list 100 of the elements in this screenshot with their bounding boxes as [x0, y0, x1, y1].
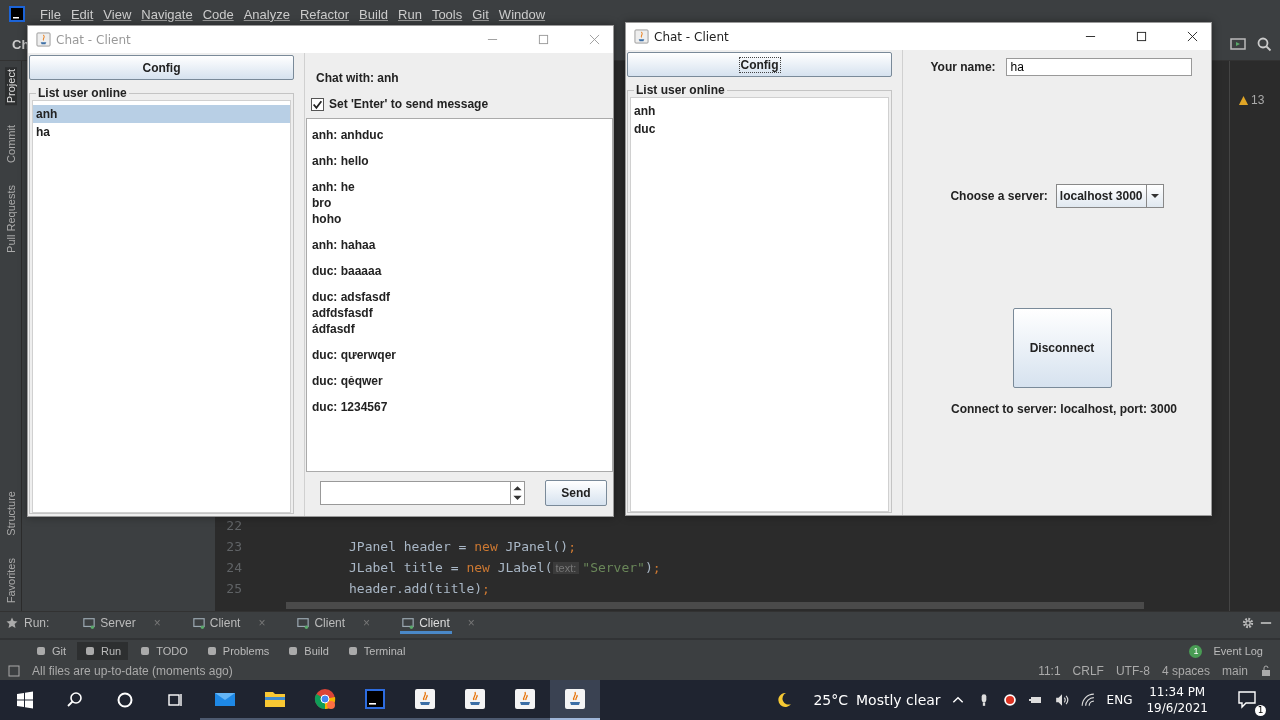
message-text: anh: hello [312, 153, 370, 169]
close-icon[interactable] [1187, 31, 1198, 42]
message-text: ádfasdf [312, 321, 356, 337]
side-tab[interactable]: Favorites [4, 555, 17, 605]
clock-date[interactable]: 19/6/2021 [1146, 700, 1208, 716]
menu-item[interactable]: Build [354, 6, 393, 22]
run-label: Run: [24, 616, 50, 630]
user-list-item[interactable]: duc [631, 120, 888, 138]
side-tab[interactable]: Structure [4, 489, 17, 538]
group-title: List user online [37, 86, 128, 100]
star-icon[interactable] [6, 617, 18, 629]
menu-item[interactable]: File [35, 6, 66, 22]
lock-icon[interactable] [1260, 665, 1272, 677]
config-button[interactable]: Config [627, 52, 892, 77]
java-icon [36, 32, 51, 47]
code-line: JPanel header = new JPanel(); [349, 539, 576, 554]
field-label: Choose a server: [950, 189, 1048, 203]
temperature[interactable]: 25°C [813, 692, 848, 708]
wifi-icon[interactable] [1080, 693, 1095, 707]
status-item[interactable]: 11:1 [1038, 664, 1061, 678]
tool-icon [139, 645, 152, 657]
app-logo-icon [9, 6, 25, 22]
status-item[interactable]: CRLF [1072, 664, 1104, 678]
send-button[interactable]: Send [545, 480, 607, 506]
status-message: All files are up-to-date (moments ago) [32, 664, 233, 678]
scrollbar-thumb[interactable] [286, 601, 1144, 609]
window-title: Chat - Client [56, 32, 131, 47]
java-app-icon[interactable] [550, 680, 600, 720]
weather-condition[interactable]: Mostly clear [856, 692, 941, 708]
line-number: 25 [225, 581, 242, 596]
window-title: Chat - Client [654, 29, 729, 44]
message-text: bro [312, 195, 333, 211]
menu-item[interactable]: Run [393, 6, 427, 22]
tool-icon [346, 645, 359, 657]
clock-time[interactable]: 11:34 PM [1149, 684, 1206, 700]
message-input[interactable] [320, 481, 525, 505]
menu-item[interactable]: Refactor [294, 6, 355, 22]
disconnect-button[interactable]: Disconnect [1012, 308, 1112, 388]
user-list[interactable]: anh duc [630, 97, 889, 512]
line-number: 24 [225, 560, 242, 575]
event-log-tab[interactable]: Event Log [1206, 642, 1270, 660]
menu-item[interactable]: Code [197, 6, 239, 22]
message-text: anh: hahaa [312, 237, 377, 253]
menu-item[interactable]: View [98, 6, 137, 22]
enter-to-send-checkbox[interactable]: Set 'Enter' to send message [306, 89, 613, 114]
menu-item[interactable]: Git [467, 6, 494, 22]
message-area[interactable]: anh: anhduc anh: hello anh: he bro hoho anh: hahaa duc: baaaaa duc: adsfasdf adfdsfasdf ádfasdf duc: qưerwqer duc: qẻqwer duc: 1234567 [306, 118, 613, 472]
speaker-icon[interactable] [1054, 693, 1069, 707]
line-number: 23 [225, 539, 242, 554]
server-dropdown[interactable]: localhost 3000 [1055, 184, 1164, 208]
java-icon [634, 29, 649, 44]
status-item[interactable]: 4 spaces [1161, 664, 1210, 678]
user-list-item[interactable]: ha [33, 123, 290, 141]
user-list[interactable]: anh ha [32, 100, 291, 513]
connection-status: Connect to server: localhost, port: 3000 [950, 402, 1178, 416]
tool-window-tab[interactable]: Problems [198, 642, 277, 660]
warning-count[interactable]: 13 [1251, 93, 1265, 107]
code-line: header.add(title); [349, 581, 490, 596]
tool-window-tab[interactable]: TODO [132, 642, 195, 660]
console-icon [83, 616, 96, 629]
checkmark-icon [312, 98, 323, 110]
field-label: Your name: [930, 60, 996, 74]
console-tab[interactable]: Client [295, 612, 348, 634]
tool-window-tab[interactable]: Build [280, 642, 336, 660]
tool-window-tab[interactable]: Run [77, 642, 129, 660]
menu-item[interactable]: Analyze [238, 6, 295, 22]
config-button[interactable]: Config [29, 55, 294, 80]
message-text: duc: 1234567 [312, 399, 389, 415]
run-window-icon[interactable] [1230, 36, 1246, 52]
console-icon [402, 616, 415, 629]
side-tab[interactable]: Pull Requests [4, 183, 17, 255]
menu-item[interactable]: Window [493, 6, 551, 22]
menu-item[interactable]: Navigate [136, 6, 198, 22]
status-item[interactable]: main [1222, 664, 1248, 678]
dropdown-arrow-icon[interactable] [1149, 193, 1160, 199]
status-item[interactable]: UTF-8 [1115, 664, 1150, 678]
side-tab[interactable]: Project [4, 67, 17, 106]
code-line: JLabel title = new JLabel( text: "Server"); [349, 560, 661, 575]
language-indicator[interactable]: ENG [1106, 693, 1133, 707]
tool-window-tab[interactable]: Git [28, 642, 74, 660]
console-tab[interactable]: Client [400, 612, 452, 634]
search-icon[interactable] [1256, 36, 1272, 52]
settings-icon[interactable] [1242, 617, 1254, 629]
panel-icon[interactable] [8, 665, 20, 677]
maximize-icon[interactable] [1136, 31, 1147, 42]
tool-icon [84, 645, 97, 657]
console-tab[interactable]: Server [81, 612, 138, 634]
chat-partner-label: Chat with: anh [315, 70, 400, 87]
line-number: 22 [225, 518, 242, 533]
tool-window-tab[interactable]: Terminal [339, 642, 413, 660]
user-list-item[interactable]: anh [631, 102, 888, 120]
record-icon[interactable] [1002, 693, 1017, 707]
console-tab[interactable]: Client [190, 612, 243, 634]
name-field[interactable]: ha [1005, 58, 1192, 76]
menu-item[interactable]: Edit [65, 6, 99, 22]
tool-icon [35, 645, 47, 657]
warning-icon [1238, 94, 1249, 106]
menu-item[interactable]: Tools [426, 6, 468, 22]
side-tab[interactable]: Commit [4, 123, 17, 166]
user-list-item[interactable]: anh [33, 105, 290, 123]
